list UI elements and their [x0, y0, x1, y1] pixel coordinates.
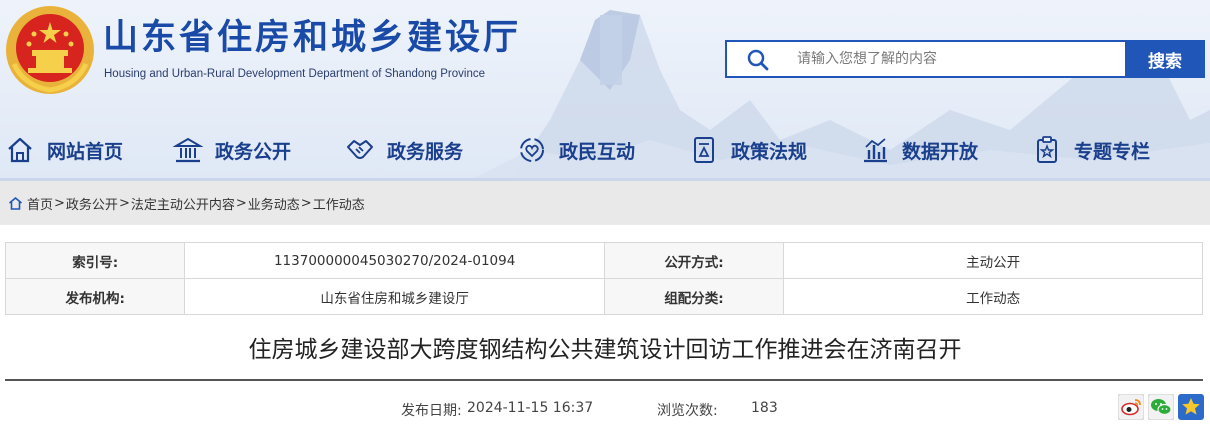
publisher-label: 发布机构:: [4, 278, 186, 315]
nav-label: 网站首页: [47, 140, 124, 163]
breadcrumb: 首页 > 政务公开 > 法定主动公开内容 > 业务动态 > 工作动态: [0, 181, 1210, 225]
breadcrumb-separator: >: [54, 195, 65, 211]
home-icon: [8, 137, 32, 163]
views-count: 183: [751, 400, 778, 416]
nav-label: 数据开放: [902, 140, 979, 163]
publish-date-label: 发布日期:: [401, 403, 462, 419]
category-value: 工作动态: [783, 278, 1203, 315]
index-label: 索引号:: [4, 242, 186, 279]
site-header: 山东省住房和城乡建设厅 Housing and Urban-Rural Deve…: [0, 0, 1210, 180]
nav-item-open-data[interactable]: 数据开放: [860, 130, 978, 170]
home-icon: [8, 196, 23, 210]
breadcrumb-statutory-disclosure[interactable]: 法定主动公开内容: [131, 194, 235, 213]
government-building-icon: [173, 137, 203, 163]
publisher-value: 山东省住房和城乡建设厅: [184, 278, 605, 315]
wechat-icon[interactable]: [1148, 394, 1174, 420]
document-info-table: 索引号: 113700000045030270/2024-01094 公开方式:…: [4, 242, 1203, 315]
breadcrumb-government-affairs[interactable]: 政务公开: [66, 194, 118, 213]
nav-label: 政务服务: [387, 140, 464, 163]
category-label: 组配分类:: [603, 278, 785, 315]
publish-method-value: 主动公开: [783, 242, 1203, 279]
breadcrumb-separator: >: [118, 195, 130, 211]
publish-date-value: 2024-11-15 16:37: [467, 400, 594, 416]
nav-label: 专题专栏: [1074, 140, 1151, 163]
nav-label: 政策法规: [731, 140, 808, 163]
index-value: 113700000045030270/2024-01094: [184, 242, 605, 279]
breadcrumb-work-news[interactable]: 工作动态: [313, 194, 365, 213]
document-icon: [694, 137, 714, 163]
weibo-icon[interactable]: [1118, 394, 1144, 420]
main-nav: 网站首页 政务公开 政务服务 政民互动 政策法规 数据开放 专题专栏: [0, 130, 1210, 170]
interaction-heart-icon: [520, 138, 544, 162]
breadcrumb-business-news[interactable]: 业务动态: [248, 194, 300, 213]
nav-item-public-interaction[interactable]: 政民互动: [517, 130, 635, 170]
table-row: 发布机构: 山东省住房和城乡建设厅 组配分类: 工作动态: [4, 278, 1203, 315]
national-emblem-icon: [6, 6, 94, 94]
views-label: 浏览次数:: [657, 403, 718, 419]
breadcrumb-home[interactable]: 首页: [27, 194, 53, 213]
search-button[interactable]: 搜索: [1125, 40, 1205, 78]
title-divider: [5, 379, 1203, 381]
search-input[interactable]: [797, 42, 1117, 76]
nav-label: 政民互动: [559, 140, 636, 163]
search-box: [725, 40, 1125, 78]
favorite-star-icon[interactable]: [1178, 394, 1204, 420]
nav-item-government-affairs[interactable]: 政务公开: [173, 130, 291, 170]
breadcrumb-separator: >: [235, 195, 247, 211]
breadcrumb-separator: >: [300, 195, 312, 211]
handshake-icon: [347, 140, 373, 159]
star-document-icon: [1037, 136, 1057, 163]
nav-item-special-topics[interactable]: 专题专栏: [1032, 130, 1150, 170]
search-icon[interactable]: [747, 49, 769, 71]
site-title[interactable]: 山东省住房和城乡建设厅: [103, 18, 521, 58]
site-subtitle: Housing and Urban-Rural Development Depa…: [104, 68, 485, 80]
nav-item-policies[interactable]: 政策法规: [689, 130, 807, 170]
nav-item-home[interactable]: 网站首页: [5, 130, 123, 170]
nav-label: 政务公开: [215, 140, 292, 163]
nav-item-government-services[interactable]: 政务服务: [345, 130, 463, 170]
table-row: 索引号: 113700000045030270/2024-01094 公开方式:…: [4, 242, 1203, 279]
article-title: 住房城乡建设部大跨度钢结构公共建筑设计回访工作推进会在济南召开: [248, 337, 962, 363]
bar-chart-icon: [864, 138, 887, 163]
publish-method-label: 公开方式:: [603, 242, 785, 279]
